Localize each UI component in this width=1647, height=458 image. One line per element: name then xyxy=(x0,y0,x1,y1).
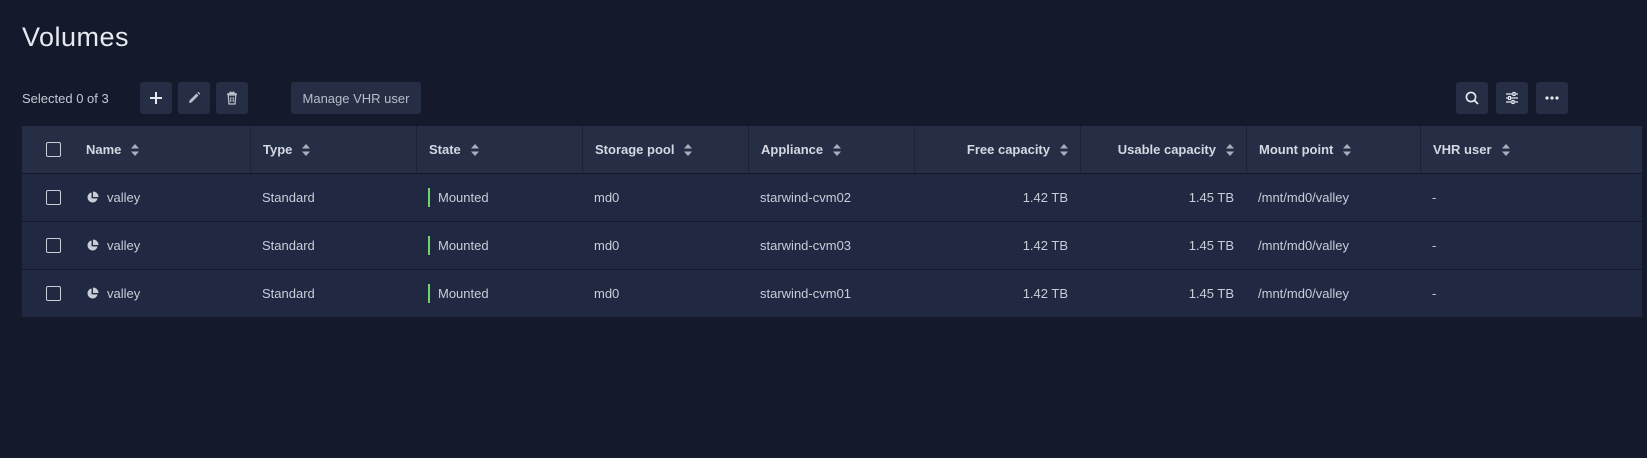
cell-usable-capacity: 1.45 TB xyxy=(1188,286,1234,301)
state-indicator xyxy=(428,284,430,303)
select-all-checkbox[interactable] xyxy=(46,142,61,157)
volume-name: valley xyxy=(107,238,141,253)
column-label: Storage pool xyxy=(595,142,675,157)
plus-icon xyxy=(150,92,162,104)
column-header-type[interactable]: Type xyxy=(250,126,416,173)
state-text: Mounted xyxy=(438,238,489,253)
state-text: Mounted xyxy=(438,286,489,301)
sort-icon xyxy=(1060,143,1068,156)
sliders-icon xyxy=(1506,91,1518,105)
row-checkbox[interactable] xyxy=(46,190,61,205)
selection-count: Selected 0 of 3 xyxy=(22,91,109,106)
page-title: Volumes xyxy=(22,22,130,52)
column-header-vhr-user[interactable]: VHR user xyxy=(1420,126,1642,173)
volume-pie-icon xyxy=(87,287,99,299)
sort-icon xyxy=(131,143,140,156)
cell-usable-capacity: 1.45 TB xyxy=(1188,190,1234,205)
cell-mount-point: /mnt/md0/valley xyxy=(1258,238,1350,253)
volumes-table: Name Type State Storage pool Appliance F… xyxy=(22,126,1642,318)
column-label: Name xyxy=(86,142,122,157)
cell-state: Mounted xyxy=(428,270,489,317)
cell-free-capacity: 1.42 TB xyxy=(1022,190,1068,205)
filter-button[interactable] xyxy=(1496,82,1528,114)
column-label: Mount point xyxy=(1259,142,1334,157)
sort-icon xyxy=(833,143,842,156)
column-header-usable-capacity[interactable]: Usable capacity xyxy=(1080,126,1246,173)
volume-pie-icon xyxy=(87,239,99,251)
cell-mount-point: /mnt/md0/valley xyxy=(1258,190,1350,205)
cell-vhr-user: - xyxy=(1432,238,1437,253)
row-select-cell xyxy=(46,270,61,317)
row-checkbox[interactable] xyxy=(46,286,61,301)
manage-vhr-user-button[interactable]: Manage VHR user xyxy=(291,82,421,114)
table-row[interactable]: valley Standard Mounted md0 starwind-cvm… xyxy=(22,270,1642,318)
cell-storage-pool: md0 xyxy=(594,286,620,301)
cell-storage-pool: md0 xyxy=(594,190,620,205)
cell-vhr-user: - xyxy=(1432,190,1437,205)
edit-button[interactable] xyxy=(178,82,210,114)
cell-name: valley xyxy=(86,270,250,317)
cell-type: Standard xyxy=(262,190,315,205)
pencil-icon xyxy=(189,91,201,103)
column-label: Type xyxy=(263,142,293,157)
cell-free-capacity: 1.42 TB xyxy=(1022,286,1068,301)
sort-icon xyxy=(1226,143,1234,156)
column-header-name[interactable]: Name xyxy=(86,126,250,173)
table-header: Name Type State Storage pool Appliance F… xyxy=(22,126,1642,174)
cell-free-capacity: 1.42 TB xyxy=(1022,238,1068,253)
cell-appliance: starwind-cvm03 xyxy=(760,238,852,253)
add-button[interactable] xyxy=(140,82,172,114)
table-row[interactable]: valley Standard Mounted md0 starwind-cvm… xyxy=(22,174,1642,222)
column-label: Free capacity xyxy=(966,142,1050,157)
sort-icon xyxy=(470,143,479,156)
cell-type: Standard xyxy=(262,286,315,301)
column-header-appliance[interactable]: Appliance xyxy=(748,126,914,173)
column-label: State xyxy=(429,142,461,157)
volume-name: valley xyxy=(107,286,141,301)
cell-name: valley xyxy=(86,174,250,221)
column-header-storage-pool[interactable]: Storage pool xyxy=(582,126,748,173)
volume-pie-icon xyxy=(87,191,99,203)
cell-name: valley xyxy=(86,222,250,269)
cell-state: Mounted xyxy=(428,222,489,269)
more-icon xyxy=(1545,96,1559,100)
cell-type: Standard xyxy=(262,238,315,253)
column-label: Appliance xyxy=(761,142,824,157)
column-header-mount-point[interactable]: Mount point xyxy=(1246,126,1420,173)
cell-appliance: starwind-cvm01 xyxy=(760,286,852,301)
search-button[interactable] xyxy=(1456,82,1488,114)
select-all-cell xyxy=(46,126,61,173)
volume-name: valley xyxy=(107,190,141,205)
cell-appliance: starwind-cvm02 xyxy=(760,190,852,205)
sort-icon xyxy=(1343,143,1352,156)
state-indicator xyxy=(428,188,430,207)
sort-icon xyxy=(302,143,311,156)
cell-state: Mounted xyxy=(428,174,489,221)
cell-mount-point: /mnt/md0/valley xyxy=(1258,286,1350,301)
row-checkbox[interactable] xyxy=(46,238,61,253)
cell-vhr-user: - xyxy=(1432,286,1437,301)
search-icon xyxy=(1465,91,1479,105)
sort-icon xyxy=(1501,143,1510,156)
more-options-button[interactable] xyxy=(1536,82,1568,114)
delete-button[interactable] xyxy=(216,82,248,114)
cell-storage-pool: md0 xyxy=(594,238,620,253)
state-indicator xyxy=(428,236,430,255)
sort-icon xyxy=(684,143,693,156)
column-header-state[interactable]: State xyxy=(416,126,582,173)
table-row[interactable]: valley Standard Mounted md0 starwind-cvm… xyxy=(22,222,1642,270)
row-select-cell xyxy=(46,174,61,221)
cell-usable-capacity: 1.45 TB xyxy=(1188,238,1234,253)
column-label: VHR user xyxy=(1433,142,1492,157)
toolbar: Selected 0 of 3 Manage VHR user xyxy=(22,82,1642,114)
trash-icon xyxy=(227,91,237,105)
column-label: Usable capacity xyxy=(1117,142,1216,157)
column-header-free-capacity[interactable]: Free capacity xyxy=(914,126,1080,173)
state-text: Mounted xyxy=(438,190,489,205)
row-select-cell xyxy=(46,222,61,269)
